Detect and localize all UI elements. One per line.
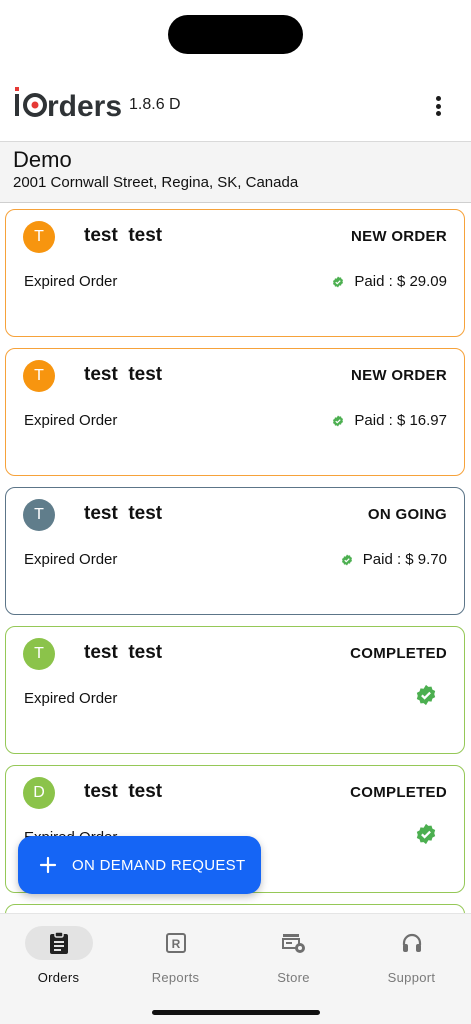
order-card[interactable]: T test test COMPLETED Expired Order [5, 626, 465, 754]
nav-item-reports[interactable]: R Reports [117, 926, 234, 986]
on-demand-request-button[interactable]: ON DEMAND REQUEST [18, 836, 261, 894]
customer-avatar: T [23, 360, 55, 392]
verified-check-icon [333, 415, 344, 426]
paid-amount: Paid : $ 9.70 [362, 551, 447, 568]
dynamic-island [168, 15, 303, 54]
verified-check-icon [416, 684, 436, 706]
nav-icon-container [24, 926, 93, 960]
store-header: Demo 2001 Cornwall Street, Regina, SK, C… [0, 142, 471, 203]
order-status: COMPLETED [350, 784, 447, 801]
payment-info: Paid : $ 9.70 [341, 551, 447, 568]
store-name: Demo [13, 147, 72, 172]
order-card[interactable]: T test test NEW ORDER Expired Order Paid… [5, 209, 465, 337]
payment-info: Paid : $ 16.97 [332, 412, 447, 429]
paid-amount: Paid : $ 29.09 [354, 273, 447, 290]
order-note: Expired Order [24, 273, 118, 290]
more-options-icon[interactable] [426, 93, 450, 119]
customer-name: test test [84, 642, 163, 663]
customer-avatar: T [23, 221, 55, 253]
on-demand-request-label: ON DEMAND REQUEST [72, 856, 246, 874]
app-bar: rders 1.8.6 D [0, 66, 471, 142]
customer-avatar: T [23, 499, 55, 531]
svg-text:R: R [171, 937, 180, 951]
nav-item-store[interactable]: Store [235, 926, 352, 986]
status-bar [0, 0, 471, 66]
nav-label-store: Store [277, 970, 310, 985]
customer-name: test test [84, 503, 163, 524]
order-status: ON GOING [367, 506, 447, 523]
nav-item-orders[interactable]: Orders [0, 926, 117, 986]
payment-info: Paid : $ 29.09 [332, 273, 447, 290]
customer-name: test test [84, 225, 163, 246]
clipboard-icon [49, 931, 68, 954]
customer-name: test test [84, 364, 163, 385]
store-address: 2001 Cornwall Street, Regina, SK, Canada [13, 174, 299, 191]
customer-name: test test [84, 781, 163, 802]
nav-label-reports: Reports [151, 970, 200, 985]
order-note: Expired Order [24, 690, 118, 707]
customer-avatar: T [23, 638, 55, 670]
order-status: COMPLETED [350, 645, 447, 662]
nav-icon-container [260, 926, 328, 960]
order-status: NEW ORDER [350, 228, 447, 245]
store-settings-icon [281, 934, 305, 953]
bottom-navigation: Orders R Reports Store Support [0, 913, 471, 1024]
order-note: Expired Order [24, 412, 118, 429]
iorders-logo-icon: rders [15, 87, 122, 120]
verified-check-icon [341, 554, 352, 565]
order-card[interactable]: T test test ON GOING Expired Order Paid … [5, 487, 465, 615]
verified-check-icon [333, 276, 344, 287]
nav-label-orders: Orders [37, 970, 80, 985]
svg-text:rders: rders [47, 90, 122, 120]
nav-icon-container [378, 926, 446, 960]
orders-list: T test test NEW ORDER Expired Order Paid… [0, 203, 471, 913]
nav-icon-container: R [142, 926, 210, 960]
order-status: NEW ORDER [350, 367, 447, 384]
customer-avatar: D [23, 777, 55, 809]
headset-icon [402, 933, 421, 952]
app-version: 1.8.6 D [129, 96, 181, 113]
order-note: Expired Order [24, 551, 118, 568]
order-card[interactable]: T test test NEW ORDER Expired Order Paid… [5, 348, 465, 476]
verified-check-icon [416, 823, 436, 845]
nav-label-support: Support [387, 970, 436, 985]
order-card-partial[interactable] [5, 904, 465, 913]
plus-icon [39, 856, 57, 874]
paid-amount: Paid : $ 16.97 [354, 412, 447, 429]
nav-item-support[interactable]: Support [353, 926, 470, 986]
home-indicator [152, 1010, 320, 1015]
app-logo: rders [14, 86, 126, 120]
reports-icon: R [165, 933, 186, 953]
